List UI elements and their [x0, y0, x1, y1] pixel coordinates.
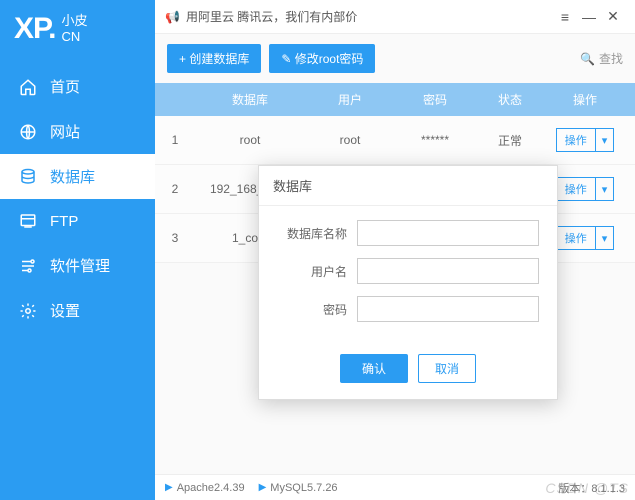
col-db: 数据库 [195, 91, 305, 108]
cancel-button[interactable]: 取消 [418, 354, 476, 383]
nav-label: 网站 [50, 121, 80, 142]
speaker-icon: 📢 [165, 10, 180, 24]
dbname-input[interactable] [357, 220, 539, 246]
col-pwd: 密码 [395, 91, 475, 108]
home-icon [18, 77, 38, 97]
close-button[interactable]: ✕ [601, 8, 625, 25]
row-action-button[interactable]: 操作▾ [556, 128, 615, 152]
database-icon [18, 167, 38, 187]
apache-status[interactable]: ▶Apache2.4.39 [165, 482, 245, 494]
nav-settings[interactable]: 设置 [0, 288, 155, 333]
ftp-icon [18, 211, 38, 231]
row-action-button[interactable]: 操作▾ [556, 177, 615, 201]
nav-label: 数据库 [50, 166, 95, 187]
nav-software[interactable]: 软件管理 [0, 243, 155, 288]
nav-home[interactable]: 首页 [0, 64, 155, 109]
nav-label: FTP [50, 213, 78, 230]
play-icon: ▶ [259, 482, 267, 493]
create-db-dialog: 数据库 数据库名称 用户名 密码 确认 取消 [258, 165, 558, 400]
chevron-down-icon: ▾ [596, 131, 614, 150]
username-input[interactable] [357, 258, 539, 284]
create-db-button[interactable]: + 创建数据库 [167, 44, 261, 73]
watermark: CSDN @TS [545, 480, 629, 496]
password-input[interactable] [357, 296, 539, 322]
col-user: 用户 [305, 91, 395, 108]
nav-label: 设置 [50, 300, 80, 321]
sidebar: XP. 小皮 CN 首页 网站 数据库 FTP 软件管理 设置 [0, 0, 155, 500]
menu-icon[interactable]: ≡ [553, 9, 577, 25]
announcement: 用阿里云 腾讯云，我们有内部价 [186, 8, 357, 25]
logo: XP. 小皮 CN [0, 0, 155, 64]
gear-icon [18, 301, 38, 321]
nav-ftp[interactable]: FTP [0, 199, 155, 243]
search-icon: 🔍 [580, 52, 595, 66]
col-op: 操作 [545, 91, 625, 108]
sliders-icon [18, 256, 38, 276]
chevron-down-icon: ▾ [596, 180, 614, 199]
password-label: 密码 [277, 301, 357, 318]
nav-website[interactable]: 网站 [0, 109, 155, 154]
col-status: 状态 [475, 91, 545, 108]
minimize-button[interactable]: — [577, 9, 601, 25]
table-header: 数据库 用户 密码 状态 操作 [155, 83, 635, 116]
modify-root-button[interactable]: ✎ 修改root密码 [269, 44, 375, 73]
nav-label: 首页 [50, 76, 80, 97]
username-label: 用户名 [277, 263, 357, 280]
chevron-down-icon: ▾ [596, 229, 614, 248]
search-button[interactable]: 🔍 查找 [580, 50, 623, 67]
nav-label: 软件管理 [50, 255, 110, 276]
globe-icon [18, 122, 38, 142]
dialog-title: 数据库 [259, 166, 557, 206]
titlebar: 📢 用阿里云 腾讯云，我们有内部价 ≡ — ✕ [155, 0, 635, 34]
logo-cn: 小皮 CN [62, 13, 88, 44]
ok-button[interactable]: 确认 [340, 354, 408, 383]
nav-database[interactable]: 数据库 [0, 154, 155, 199]
logo-xp: XP. [14, 12, 56, 46]
toolbar: + 创建数据库 ✎ 修改root密码 🔍 查找 [155, 34, 635, 83]
dbname-label: 数据库名称 [277, 225, 357, 242]
table-row: 1 root root ****** 正常 操作▾ [155, 116, 635, 165]
play-icon: ▶ [165, 482, 173, 493]
row-action-button[interactable]: 操作▾ [556, 226, 615, 250]
mysql-status[interactable]: ▶MySQL5.7.26 [259, 482, 338, 494]
